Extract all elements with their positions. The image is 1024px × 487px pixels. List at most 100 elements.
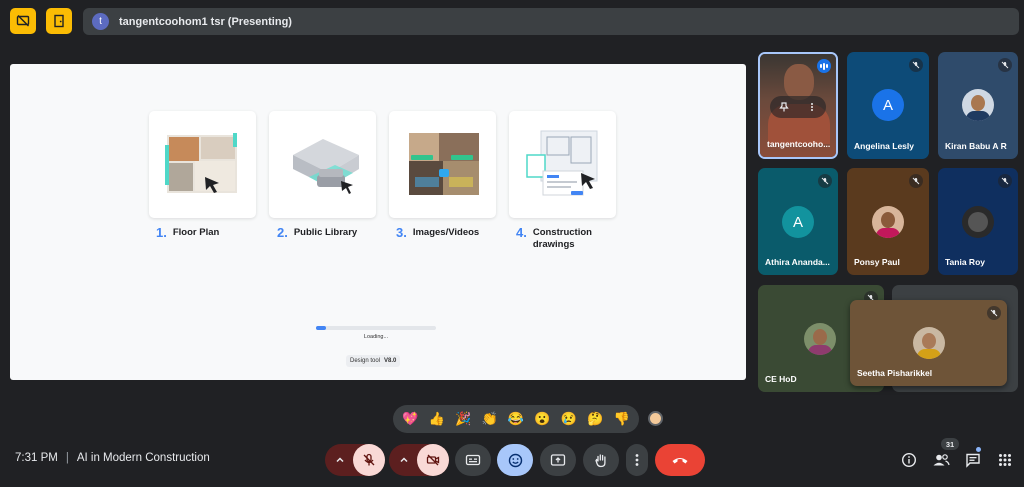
mic-muted-indicator (998, 174, 1012, 188)
mic-off-icon (821, 177, 829, 185)
participant-tile[interactable]: A Athira Ananda... (758, 168, 838, 275)
mic-muted-indicator (818, 174, 832, 188)
card-number: 3. (396, 225, 407, 240)
present-screen-icon (550, 454, 566, 466)
participant-name: Ponsy Paul (854, 257, 900, 267)
microphone-control (325, 444, 385, 476)
floor-plan-illustration (164, 132, 237, 193)
mic-muted-indicator (909, 174, 923, 188)
more-options-icon[interactable] (807, 102, 817, 112)
participant-photo (804, 323, 836, 355)
participant-name: Kiran Babu A R (945, 141, 1007, 151)
captions-button[interactable] (455, 444, 491, 476)
participant-name: Seetha Pisharikkel (857, 368, 933, 378)
screen-share-off-icon (16, 15, 30, 27)
chevron-up-icon[interactable] (398, 454, 410, 466)
raise-hand-button[interactable] (583, 444, 619, 476)
mic-off-icon (990, 309, 998, 317)
participant-video-face (784, 64, 814, 100)
end-call-button[interactable] (655, 444, 705, 476)
speaking-icon-bar (826, 64, 828, 68)
info-separator: | (65, 452, 69, 464)
photo-face (971, 95, 985, 111)
reactions-button[interactable] (497, 444, 533, 476)
reaction-thumbs-up[interactable]: 👍 (429, 412, 445, 426)
loading-progress-fill (316, 326, 326, 330)
exit-presentation-button[interactable] (46, 8, 72, 34)
participant-tile[interactable]: A Angelina Lesly (847, 52, 929, 159)
public-library-card (269, 111, 376, 218)
loading-progress-bar (316, 326, 436, 330)
participant-tile[interactable]: Tania Roy (938, 168, 1018, 275)
participant-avatar: A (872, 89, 904, 121)
reaction-party[interactable]: 🎉 (455, 412, 471, 426)
loading-text: Loading... (363, 334, 389, 340)
meeting-title: AI in Modern Construction (76, 452, 210, 464)
floor-plan-card (149, 111, 256, 218)
presenter-avatar: t (92, 13, 109, 30)
photo-shirt (966, 111, 990, 121)
chat-icon (966, 453, 980, 468)
reaction-clap[interactable]: 👏 (481, 412, 497, 426)
people-button[interactable] (931, 450, 951, 470)
participant-tile[interactable]: Ponsy Paul (847, 168, 929, 275)
meeting-info: 7:31 PM | AI in Modern Construction (15, 452, 210, 464)
participant-tile[interactable]: Seetha Pisharikkel (850, 300, 1007, 386)
chat-button[interactable] (963, 450, 983, 470)
photo-shirt (808, 345, 832, 355)
clock: 7:31 PM (15, 452, 58, 464)
present-screen-button[interactable] (540, 444, 576, 476)
meeting-details-button[interactable] (899, 450, 919, 470)
present-off-button[interactable] (10, 8, 36, 34)
card-label-public-library: 2. Public Library (277, 225, 358, 240)
skin-tone-selector[interactable] (648, 411, 663, 426)
photo-face (881, 212, 895, 228)
design-tool-label: Design tool (350, 358, 381, 364)
camera-toggle-button[interactable] (417, 444, 449, 476)
participant-name: Angelina Lesly (854, 141, 914, 151)
design-tool-version: V8.0 (384, 358, 397, 364)
speaking-indicator (817, 59, 831, 73)
reaction-surprised[interactable]: 😮 (534, 412, 550, 426)
participant-photo (962, 89, 994, 121)
card-number: 1. (156, 225, 167, 240)
participant-name: tangentcooho... (767, 139, 831, 149)
closed-captions-icon (465, 454, 481, 466)
speaking-icon-bar (820, 64, 822, 68)
mic-off-icon (1001, 61, 1009, 69)
design-tool-badge: Design tool V8.0 (346, 355, 401, 367)
mic-off-icon (363, 453, 375, 466)
tile-hover-controls (770, 96, 826, 118)
mic-off-icon (912, 177, 920, 185)
reaction-thumbs-down[interactable]: 👎 (614, 412, 630, 426)
reaction-sad[interactable]: 😢 (561, 412, 577, 426)
door-icon (54, 14, 64, 28)
participant-avatar: A (782, 206, 814, 238)
card-title: Images/Videos (412, 227, 480, 238)
construction-drawings-illustration (525, 130, 597, 195)
microphone-toggle-button[interactable] (353, 444, 385, 476)
card-label-images-videos: 3. Images/Videos (396, 225, 480, 240)
participant-tile[interactable]: Kiran Babu A R (938, 52, 1018, 159)
card-title: Public Library (293, 227, 358, 238)
participant-name: Tania Roy (945, 257, 985, 267)
mic-muted-indicator (909, 58, 923, 72)
activities-button[interactable] (995, 450, 1015, 470)
participant-name: CE HoD (765, 374, 797, 384)
construction-drawings-card (509, 111, 616, 218)
speaking-icon-bar (823, 62, 825, 70)
pin-icon[interactable] (779, 102, 789, 112)
reaction-thinking[interactable]: 🤔 (587, 412, 603, 426)
more-options-button[interactable] (626, 444, 648, 476)
card-label-construction-drawings: 4. Construction drawings (516, 226, 616, 251)
reaction-bar: 💖 👍 🎉 👏 😂 😮 😢 🤔 👎 (393, 405, 639, 433)
chevron-up-icon[interactable] (334, 454, 346, 466)
reaction-laugh[interactable]: 😂 (508, 412, 524, 426)
card-label-floor-plan: 1. Floor Plan (156, 225, 219, 240)
more-vert-icon (635, 454, 639, 466)
reaction-heart[interactable]: 💖 (402, 412, 418, 426)
participant-tile[interactable]: tangentcooho... (758, 52, 838, 159)
card-title: Construction drawings (532, 227, 592, 250)
card-number: 2. (277, 225, 288, 240)
photo-shirt (917, 349, 941, 359)
